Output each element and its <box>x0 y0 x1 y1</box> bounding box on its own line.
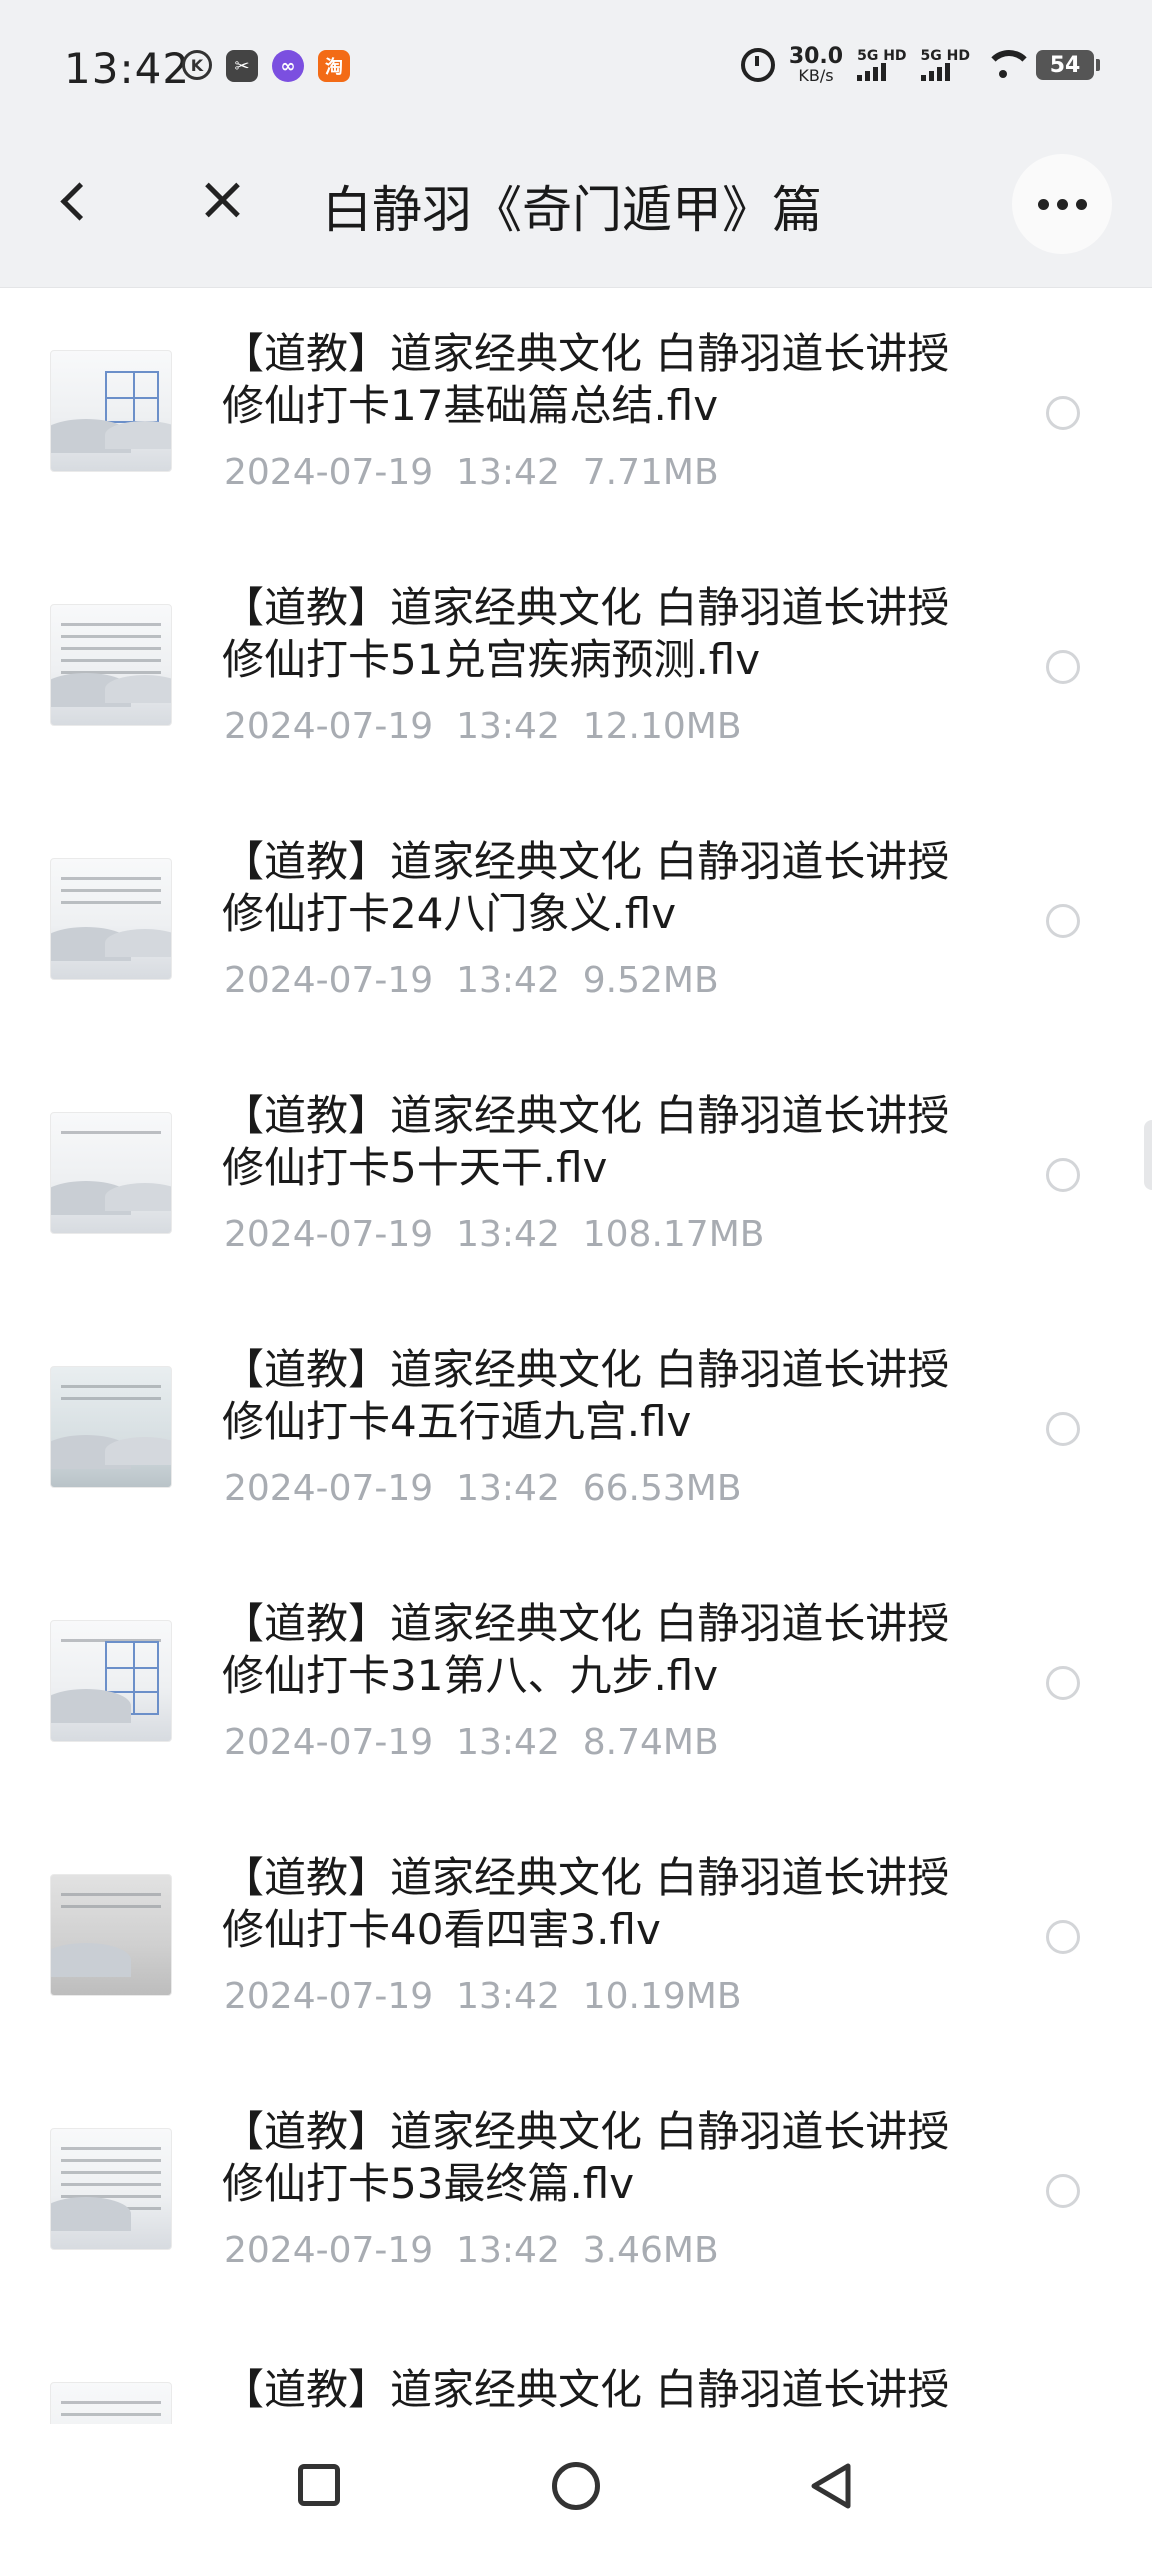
file-meta: 2024-07-19 13:42 108.17MB <box>224 1214 764 1255</box>
select-radio[interactable] <box>1046 2174 1080 2208</box>
taobao-icon: 淘 <box>318 50 350 82</box>
select-radio[interactable] <box>1046 904 1080 938</box>
file-size: 12.10MB <box>582 706 742 747</box>
select-radio[interactable] <box>1046 1412 1080 1446</box>
file-size: 9.52MB <box>582 960 719 1001</box>
select-radio[interactable] <box>1046 1158 1080 1192</box>
chevron-left-icon[interactable] <box>52 176 104 228</box>
file-name: 【道教】道家经典文化 白静羽道长讲授修仙打卡31第八、九步.flv <box>222 1599 950 1700</box>
battery-icon: 54 <box>1036 50 1100 80</box>
signal-bars-icon <box>920 63 950 81</box>
file-meta: 2024-07-19 13:42 7.71MB <box>224 452 719 493</box>
file-size: 10.19MB <box>582 1976 742 2017</box>
edge-scroll-handle[interactable] <box>1144 1120 1152 1190</box>
triangle-back-icon[interactable] <box>808 2462 854 2510</box>
notification-icons: K ✂ ∞ 淘 <box>182 50 350 82</box>
video-thumbnail <box>50 1366 172 1488</box>
file-size: 108.17MB <box>582 1214 765 1255</box>
select-radio[interactable] <box>1046 396 1080 430</box>
file-time: 13:42 <box>456 960 560 1001</box>
signal-bars-icon <box>857 63 887 81</box>
list-item[interactable]: 【道教】道家经典文化 白静羽道长讲授 <box>0 2320 1152 2424</box>
file-time: 13:42 <box>456 2230 560 2271</box>
file-meta: 2024-07-19 13:42 10.19MB <box>224 1976 742 2017</box>
file-date: 2024-07-19 <box>224 452 434 493</box>
file-size: 7.71MB <box>582 452 719 493</box>
file-date: 2024-07-19 <box>224 1976 434 2017</box>
file-size: 66.53MB <box>582 1468 742 1509</box>
video-thumbnail <box>50 350 172 472</box>
system-indicators: 30.0 KB/s 5G HD 5G HD 54 <box>740 46 1100 84</box>
file-size: 3.46MB <box>582 2230 719 2271</box>
file-time: 13:42 <box>456 1214 560 1255</box>
file-time: 13:42 <box>456 706 560 747</box>
file-name: 【道教】道家经典文化 白静羽道长讲授修仙打卡51兑宫疾病预测.flv <box>222 583 950 684</box>
signal-label: 5G HD <box>920 48 970 64</box>
video-thumbnail <box>50 604 172 726</box>
list-item[interactable]: 【道教】道家经典文化 白静羽道长讲授修仙打卡24八门象义.flv 2024-07… <box>0 796 1152 1050</box>
file-name: 【道教】道家经典文化 白静羽道长讲授修仙打卡17基础篇总结.flv <box>222 329 950 430</box>
more-horizontal-icon[interactable] <box>1012 154 1112 254</box>
file-date: 2024-07-19 <box>224 960 434 1001</box>
square-icon[interactable] <box>298 2464 340 2506</box>
video-thumbnail <box>50 1874 172 1996</box>
file-date: 2024-07-19 <box>224 1722 434 1763</box>
file-meta: 2024-07-19 13:42 3.46MB <box>224 2230 719 2271</box>
file-date: 2024-07-19 <box>224 2230 434 2271</box>
video-thumbnail <box>50 2128 172 2250</box>
file-size: 8.74MB <box>582 1722 719 1763</box>
speed-value: 30.0 <box>788 44 844 69</box>
file-meta: 2024-07-19 13:42 66.53MB <box>224 1468 742 1509</box>
file-date: 2024-07-19 <box>224 1468 434 1509</box>
file-name: 【道教】道家经典文化 白静羽道长讲授修仙打卡24八门象义.flv <box>222 837 950 938</box>
wifi-icon <box>984 50 1034 80</box>
alarm-icon <box>740 48 775 82</box>
select-radio[interactable] <box>1046 650 1080 684</box>
app-icon: ✂ <box>226 50 258 82</box>
file-name: 【道教】道家经典文化 白静羽道长讲授 <box>222 2365 950 2414</box>
list-item[interactable]: 【道教】道家经典文化 白静羽道长讲授修仙打卡40看四害3.flv 2024-07… <box>0 1812 1152 2066</box>
list-item[interactable]: 【道教】道家经典文化 白静羽道长讲授修仙打卡4五行遁九宫.flv 2024-07… <box>0 1304 1152 1558</box>
signal-label: 5G HD <box>857 48 907 64</box>
signal-2: 5G HD <box>920 48 970 81</box>
network-speed: 30.0 KB/s <box>789 46 843 84</box>
list-item[interactable]: 【道教】道家经典文化 白静羽道长讲授修仙打卡53最终篇.flv 2024-07-… <box>0 2066 1152 2320</box>
close-icon[interactable] <box>196 174 248 226</box>
file-meta: 2024-07-19 13:42 8.74MB <box>224 1722 719 1763</box>
file-time: 13:42 <box>456 452 560 493</box>
page-title: 白静羽《奇门遁甲》篇 <box>322 181 822 239</box>
video-thumbnail <box>50 1620 172 1742</box>
select-radio[interactable] <box>1046 1920 1080 1954</box>
navigation-bar <box>0 2424 1152 2560</box>
list-item[interactable]: 【道教】道家经典文化 白静羽道长讲授修仙打卡5十天干.flv 2024-07-1… <box>0 1050 1152 1304</box>
video-thumbnail <box>50 858 172 980</box>
k-icon: K <box>182 50 212 80</box>
list-item[interactable]: 【道教】道家经典文化 白静羽道长讲授修仙打卡51兑宫疾病预测.flv 2024-… <box>0 542 1152 796</box>
file-time: 13:42 <box>456 1976 560 2017</box>
file-name: 【道教】道家经典文化 白静羽道长讲授修仙打卡4五行遁九宫.flv <box>222 1345 950 1446</box>
list-item[interactable]: 【道教】道家经典文化 白静羽道长讲授修仙打卡31第八、九步.flv 2024-0… <box>0 1558 1152 1812</box>
infinity-app-icon: ∞ <box>272 50 304 82</box>
file-list: 【道教】道家经典文化 白静羽道长讲授修仙打卡17基础篇总结.flv 2024-0… <box>0 288 1152 2424</box>
file-time: 13:42 <box>456 1722 560 1763</box>
speed-unit: KB/s <box>798 66 834 85</box>
file-name: 【道教】道家经典文化 白静羽道长讲授修仙打卡40看四害3.flv <box>222 1853 950 1954</box>
circle-icon[interactable] <box>552 2462 600 2510</box>
select-radio[interactable] <box>1046 1666 1080 1700</box>
video-thumbnail <box>50 1112 172 1234</box>
file-time: 13:42 <box>456 1468 560 1509</box>
list-item[interactable]: 【道教】道家经典文化 白静羽道长讲授修仙打卡17基础篇总结.flv 2024-0… <box>0 288 1152 542</box>
file-name: 【道教】道家经典文化 白静羽道长讲授修仙打卡53最终篇.flv <box>222 2107 950 2208</box>
file-date: 2024-07-19 <box>224 706 434 747</box>
title-bar: 白静羽《奇门遁甲》篇 <box>0 116 1152 288</box>
status-bar: 13:42 K ✂ ∞ 淘 30.0 KB/s 5G HD 5G HD 54 <box>0 0 1152 116</box>
file-meta: 2024-07-19 13:42 12.10MB <box>224 706 742 747</box>
file-meta: 2024-07-19 13:42 9.52MB <box>224 960 719 1001</box>
video-thumbnail <box>50 2382 172 2424</box>
clock: 13:42 <box>64 44 191 93</box>
file-name: 【道教】道家经典文化 白静羽道长讲授修仙打卡5十天干.flv <box>222 1091 950 1192</box>
screen: 13:42 K ✂ ∞ 淘 30.0 KB/s 5G HD 5G HD 54 白… <box>0 0 1152 2560</box>
file-date: 2024-07-19 <box>224 1214 434 1255</box>
signal-1: 5G HD <box>857 48 907 81</box>
